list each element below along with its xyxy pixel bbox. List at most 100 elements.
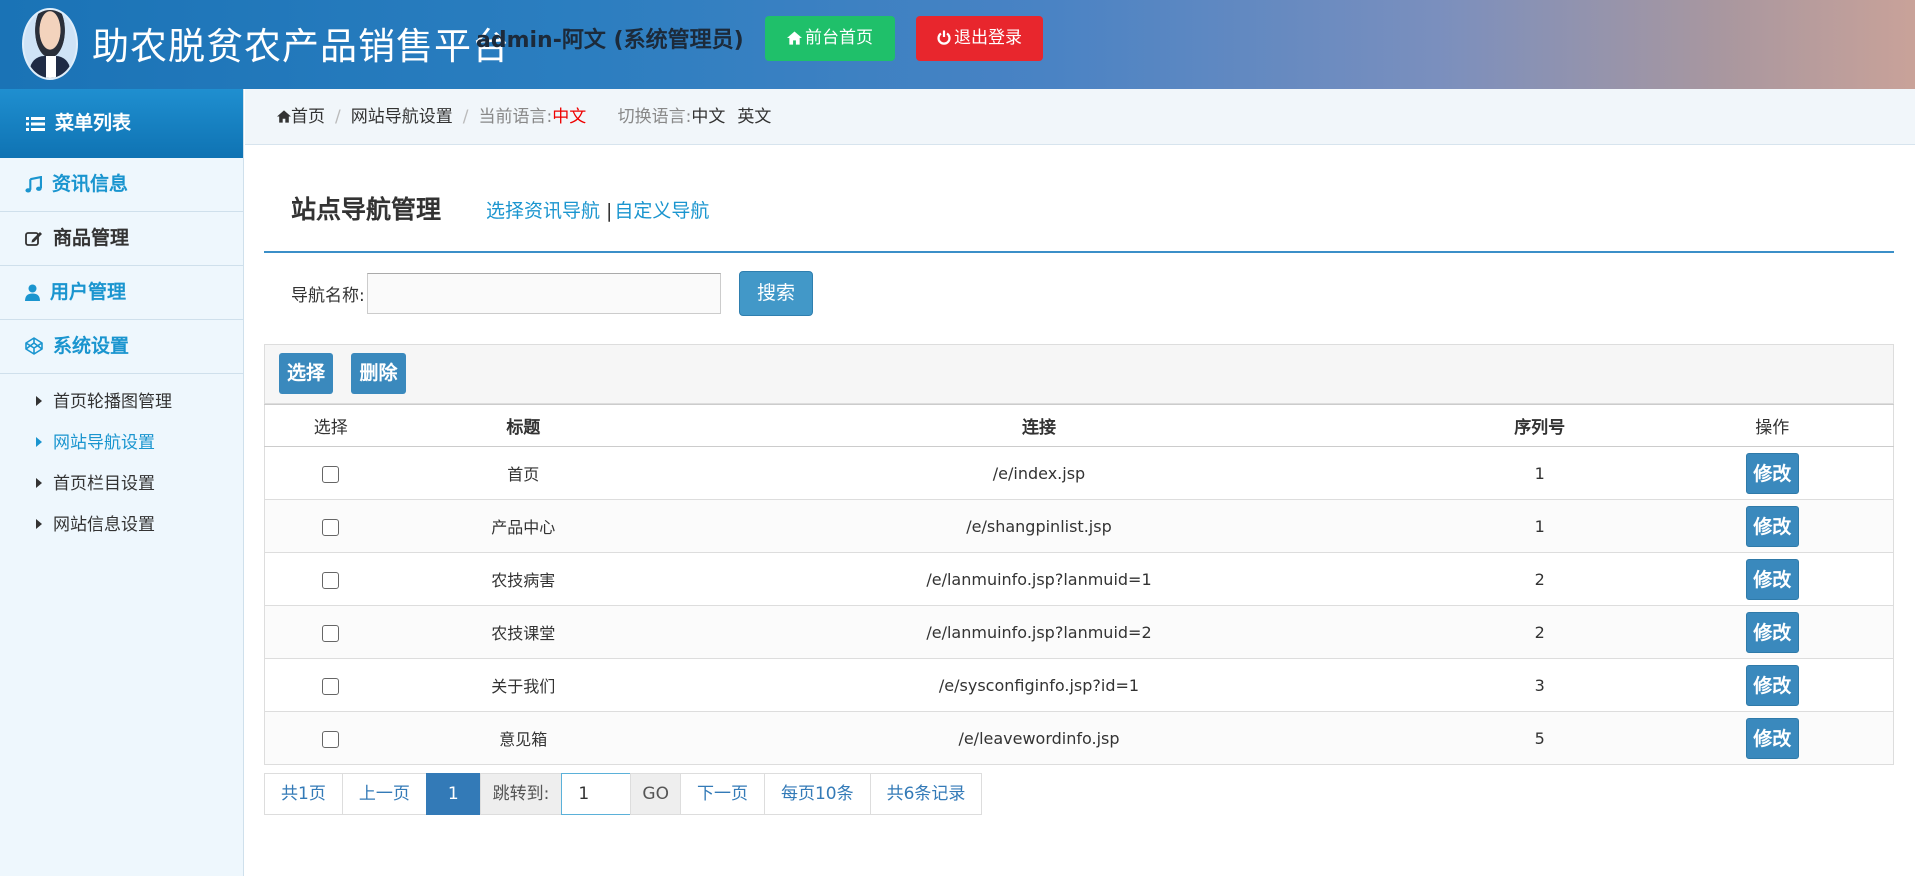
music-icon	[25, 175, 42, 193]
home-button[interactable]: 前台首页	[765, 16, 895, 61]
row-title: 农技课堂	[396, 605, 651, 659]
search-button[interactable]: 搜索	[739, 271, 813, 316]
row-checkbox[interactable]	[322, 518, 340, 536]
row-checkbox[interactable]	[322, 571, 340, 589]
language-chinese-link[interactable]: 中文	[691, 107, 725, 127]
column-header-link[interactable]: 连接	[650, 404, 1428, 447]
row-title: 关于我们	[396, 658, 651, 712]
caret-right-icon	[36, 396, 42, 406]
sidebar-item-products[interactable]: 商品管理	[0, 212, 243, 266]
sidebar-item-settings[interactable]: 系统设置	[0, 320, 243, 374]
per-page-button[interactable]: 每页10条	[763, 773, 871, 815]
total-pages: 共1页	[264, 773, 343, 815]
submenu-column-settings[interactable]: 首页栏目设置	[0, 464, 243, 505]
row-checkbox[interactable]	[322, 677, 340, 695]
edit-button[interactable]: 修改	[1745, 505, 1799, 547]
logout-button[interactable]: 退出登录	[916, 16, 1043, 61]
table-row: 关于我们 /e/sysconfiginfo.jsp?id=1 3 修改	[264, 658, 1894, 712]
jump-page-input[interactable]	[561, 773, 632, 815]
total-records: 共6条记录	[869, 773, 983, 815]
edit-button[interactable]: 修改	[1745, 717, 1799, 759]
column-header-seq[interactable]: 序列号	[1427, 404, 1652, 447]
row-checkbox[interactable]	[322, 465, 340, 483]
user-icon	[25, 284, 40, 301]
power-icon	[937, 30, 951, 45]
home-icon	[787, 31, 802, 45]
search-input[interactable]	[367, 273, 721, 314]
next-page-button[interactable]: 下一页	[679, 773, 765, 815]
nav-type-links: 选择资讯导航 | 自定义导航	[486, 200, 710, 222]
table-toolbar: 选择 删除	[264, 344, 1894, 404]
column-header-action: 操作	[1651, 404, 1894, 447]
edit-button[interactable]: 修改	[1745, 611, 1799, 653]
sidebar-item-news[interactable]: 资讯信息	[0, 158, 243, 212]
edit-button[interactable]: 修改	[1745, 558, 1799, 600]
row-link: /e/index.jsp	[650, 446, 1428, 500]
sidebar-item-label: 系统设置	[53, 335, 130, 357]
table-row: 产品中心 /e/shangpinlist.jsp 1 修改	[264, 499, 1894, 553]
breadcrumb-home[interactable]: 首页	[291, 107, 325, 127]
sidebar-item-label: 用户管理	[50, 281, 127, 303]
row-seq: 2	[1427, 605, 1652, 659]
table-row: 首页 /e/index.jsp 1 修改	[264, 446, 1894, 500]
breadcrumb-current: 网站导航设置	[350, 107, 453, 127]
codepen-icon	[25, 337, 43, 355]
column-header-title[interactable]: 标题	[396, 404, 651, 447]
row-title: 产品中心	[396, 499, 651, 553]
row-seq: 5	[1427, 711, 1652, 765]
current-language-label: 当前语言:	[478, 107, 553, 127]
submenu-label: 网站信息设置	[53, 515, 155, 535]
sidebar-item-label: 商品管理	[53, 227, 130, 249]
select-button[interactable]: 选择	[279, 353, 333, 394]
switch-language-label: 切换语言:	[617, 107, 692, 127]
page-title: 站点导航管理	[291, 195, 442, 224]
row-title: 农技病害	[396, 552, 651, 606]
row-seq: 1	[1427, 446, 1652, 500]
custom-nav-link[interactable]: 自定义导航	[614, 200, 709, 222]
caret-right-icon	[36, 519, 42, 529]
row-checkbox[interactable]	[322, 624, 340, 642]
submenu-carousel[interactable]: 首页轮播图管理	[0, 382, 243, 423]
sidebar-item-label: 资讯信息	[52, 173, 129, 195]
edit-button[interactable]: 修改	[1745, 664, 1799, 706]
menu-title-label: 菜单列表	[55, 112, 132, 134]
nav-table: 选择 标题 连接 序列号 操作 首页 /e/index.jsp 1 修改 产品中…	[264, 404, 1894, 765]
sidebar-item-users[interactable]: 用户管理	[0, 266, 243, 320]
row-seq: 2	[1427, 552, 1652, 606]
breadcrumb: 首页 / 网站导航设置 / 当前语言:中文 切换语言:中文 英文	[245, 89, 1915, 145]
pagination: 共1页 上一页 1 跳转到: GO 下一页 每页10条 共6条记录	[264, 773, 983, 815]
current-page-button[interactable]: 1	[425, 773, 481, 815]
column-header-select: 选择	[264, 404, 397, 447]
row-checkbox[interactable]	[322, 730, 340, 748]
caret-right-icon	[36, 437, 42, 447]
submenu-nav-settings[interactable]: 网站导航设置	[0, 423, 243, 464]
home-button-label: 前台首页	[805, 28, 873, 48]
go-button[interactable]: GO	[630, 773, 681, 815]
site-title: 助农脱贫农产品销售平台	[92, 25, 510, 68]
prev-page-button[interactable]: 上一页	[341, 773, 427, 815]
row-title: 首页	[396, 446, 651, 500]
row-link: /e/lanmuinfo.jsp?lanmuid=2	[650, 605, 1428, 659]
row-link: /e/sysconfiginfo.jsp?id=1	[650, 658, 1428, 712]
delete-button[interactable]: 删除	[351, 353, 406, 394]
table-header-row: 选择 标题 连接 序列号 操作	[264, 404, 1894, 447]
list-icon	[26, 117, 45, 131]
table-row: 农技病害 /e/lanmuinfo.jsp?lanmuid=1 2 修改	[264, 552, 1894, 606]
submenu-label: 首页栏目设置	[53, 474, 155, 494]
top-header: 助农脱贫农产品销售平台 admin-阿文 (系统管理员) 前台首页 退出登录	[0, 0, 1915, 89]
table-row: 意见箱 /e/leavewordinfo.jsp 5 修改	[264, 711, 1894, 765]
caret-right-icon	[36, 478, 42, 488]
row-link: /e/shangpinlist.jsp	[650, 499, 1428, 553]
search-label: 导航名称:	[291, 286, 365, 306]
submenu-label: 网站导航设置	[53, 433, 155, 453]
language-english-link[interactable]: 英文	[737, 107, 771, 127]
edit-button[interactable]: 修改	[1745, 452, 1799, 494]
avatar	[22, 8, 78, 80]
jump-to-label: 跳转到:	[479, 773, 563, 815]
submenu-site-info[interactable]: 网站信息设置	[0, 505, 243, 546]
settings-submenu: 首页轮播图管理 网站导航设置 首页栏目设置 网站信息设置	[0, 374, 243, 546]
sidebar: 菜单列表 资讯信息 商品管理 用户管理 系统设置 首页轮播图管理 网站导航设置 …	[0, 89, 244, 876]
row-seq: 1	[1427, 499, 1652, 553]
select-news-nav-link[interactable]: 选择资讯导航	[486, 200, 600, 222]
logout-button-label: 退出登录	[954, 28, 1022, 48]
